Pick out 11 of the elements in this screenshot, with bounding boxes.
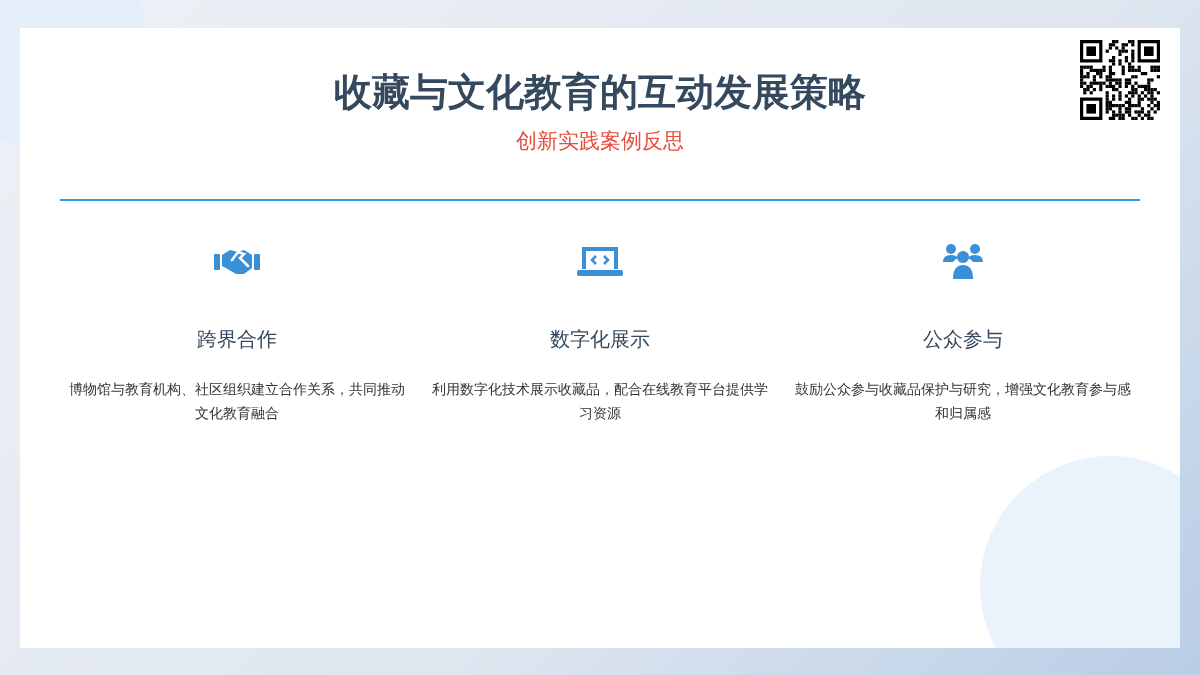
feature-description: 利用数字化技术展示收藏品，配合在线教育平台提供学习资源 xyxy=(431,380,769,423)
laptop-code-icon xyxy=(577,245,623,277)
slide-title: 收藏与文化教育的互动发展策略 xyxy=(334,68,866,116)
feature-description: 博物馆与教育机构、社区组织建立合作关系，共同推动文化教育融合 xyxy=(67,380,406,423)
feature-heading: 公众参与 xyxy=(923,327,1004,352)
slide-subtitle: 创新实践案例反思 xyxy=(516,128,684,154)
qr-code-icon xyxy=(1080,40,1160,120)
feature-description: 鼓励公众参与收藏品保护与研究，增强文化教育参与感和归属感 xyxy=(794,380,1133,423)
users-icon xyxy=(941,243,986,279)
feature-heading: 数字化展示 xyxy=(550,327,650,352)
feature-heading: 跨界合作 xyxy=(196,327,277,352)
